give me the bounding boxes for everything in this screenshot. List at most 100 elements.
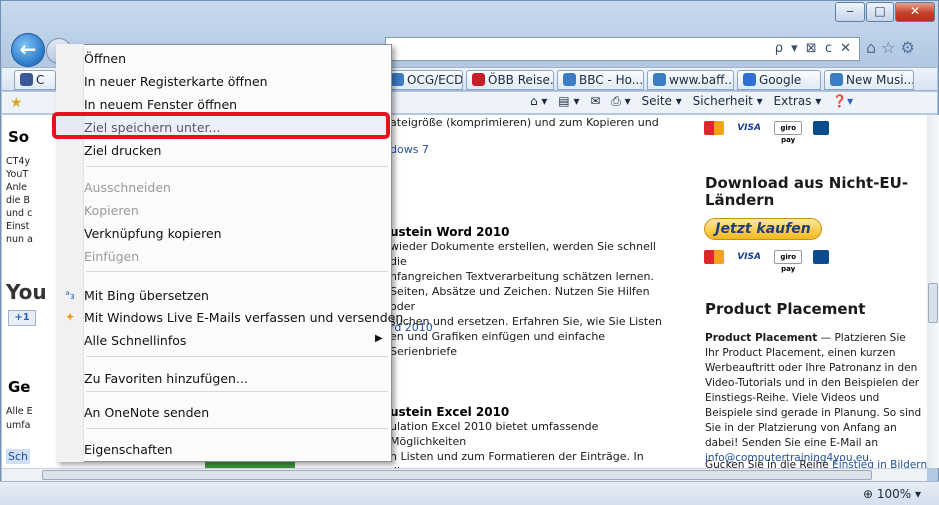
menu-item-6: Kopieren [84, 203, 139, 218]
vertical-scroll-thumb[interactable] [928, 283, 938, 323]
product-placement-bold: Product Placement [705, 332, 818, 344]
eps-icon [813, 249, 830, 264]
visa-icon: VISA [735, 120, 764, 135]
safety-menu[interactable]: Sicherheit ▾ [693, 94, 763, 108]
left-text-line: Einst [6, 221, 30, 232]
menu-item-9[interactable]: Mit Bing übersetzen [84, 286, 209, 306]
left-bottom-link[interactable]: Sch [6, 449, 31, 464]
cut-link[interactable]: Einstieg in Bildern. [832, 459, 927, 468]
nav-icons[interactable]: ⌂☆⚙ [866, 38, 920, 57]
feeds-icon[interactable]: ▤ ▾ [558, 94, 579, 108]
mastercard-icon [704, 120, 724, 135]
menu-item-11[interactable]: Alle Schnellinfos [84, 331, 186, 351]
menu-item-13[interactable]: An OneNote senden [84, 403, 209, 423]
right-cut-line: Gucken Sie in die Reihe Einstieg in Bild… [705, 458, 927, 468]
minimize-button[interactable]: ‒ [835, 2, 865, 22]
left-heading-1: So [8, 128, 30, 146]
center-line-1: ateigröße (komprimieren) und zum Kopiere… [390, 116, 659, 129]
tab-0[interactable]: OCG/ECD... [385, 70, 463, 90]
tab-label: OCG/ECD... [407, 73, 463, 87]
payment-logos-1: VISA giro pay [704, 117, 835, 144]
product-placement-text: Product Placement — Platzieren Sie Ihr P… [705, 331, 923, 466]
menu-item-1[interactable]: In neuer Registerkarte öffnen [84, 72, 268, 92]
menu-separator [86, 428, 388, 429]
tab-partial[interactable]: C [14, 70, 56, 90]
payment-logos-2: VISA giro pay [704, 246, 835, 273]
left-text-line: YouT [6, 169, 29, 180]
site-icon [830, 73, 843, 86]
zoom-icon: ⊕ [862, 487, 874, 501]
home-icon[interactable]: ⌂ [866, 38, 881, 57]
center-heading-word: ustein Word 2010 [390, 225, 510, 239]
tab-1[interactable]: ÖBB Reise... [466, 70, 554, 90]
center-text-line: nfangreichen Textverarbeitung schätzen l… [390, 270, 654, 283]
back-button[interactable]: ← [11, 33, 45, 67]
site-icon [653, 73, 666, 86]
left-text-line: und c [6, 208, 33, 219]
address-controls[interactable]: ρ ▾ ⊠ c ✕ [775, 41, 853, 56]
visa-icon: VISA [735, 249, 764, 264]
tab-3[interactable]: www.baff.... [647, 70, 734, 90]
home-cmd-icon[interactable]: ⌂ ▾ [530, 94, 547, 108]
page-menu[interactable]: Seite ▾ [641, 94, 681, 108]
left-heading-2: Ge [8, 378, 31, 396]
menu-item-14[interactable]: Eigenschaften [84, 440, 173, 460]
tab-2[interactable]: BBC - Ho... [557, 70, 644, 90]
mail-icon[interactable]: ✉ [590, 94, 600, 108]
tab-label: Google [759, 73, 802, 87]
highlight-box [52, 112, 390, 139]
gear-icon[interactable]: ⚙ [901, 38, 920, 57]
center-paragraph-word: wieder Dokumente erstellen, werden Sie s… [390, 239, 670, 359]
tab-label: ÖBB Reise... [488, 73, 554, 87]
favorites-star-icon[interactable]: ☆ [881, 38, 900, 57]
address-bar[interactable]: ρ ▾ ⊠ c ✕ [385, 37, 860, 61]
back-arrow-icon: ← [19, 37, 37, 61]
left-text-lines-2: Alle E umfa [6, 405, 46, 433]
center-text-line: ulation Excel 2010 bietet umfassende Mög… [390, 420, 599, 448]
help-icon[interactable]: ❓▾ [832, 94, 853, 108]
site-icon [391, 73, 404, 86]
download-heading: Download aus Nicht-EU-Ländern [705, 174, 909, 209]
center-link-win7[interactable]: dows 7 [390, 142, 429, 157]
menu-separator [86, 356, 388, 357]
buy-now-button[interactable]: Jetzt kaufen [704, 218, 822, 240]
menu-item-10[interactable]: Mit Windows Live E-Mails verfassen und v… [84, 308, 403, 328]
vertical-scrollbar[interactable] [927, 115, 939, 468]
tools-menu[interactable]: Extras ▾ [774, 94, 822, 108]
context-menu-icon-gutter [56, 44, 84, 462]
tab-5[interactable]: New Musi... [824, 70, 914, 90]
horizontal-scroll-thumb[interactable] [42, 470, 872, 480]
left-text-line: Anle [6, 182, 28, 193]
zoom-level: 100% [876, 487, 912, 501]
tab-4[interactable]: Google [737, 70, 821, 90]
tab-label: New Musi... [846, 73, 914, 87]
site-icon [472, 73, 485, 86]
site-icon [20, 73, 33, 86]
eps-icon [813, 120, 830, 135]
tab-label: C [36, 73, 45, 87]
menu-item-0[interactable]: Öffnen [84, 49, 126, 69]
tab-label: BBC - Ho... [579, 73, 644, 87]
plus-one-button[interactable]: +1 [8, 310, 36, 326]
center-text-line: Seiten, Absätze und Zeichen. Nutzen Sie … [390, 285, 650, 313]
left-text-lines: CT4y YouT Anle die B und c Einst nun a [6, 155, 46, 246]
menu-separator [86, 166, 388, 167]
menu-item-7[interactable]: Verknüpfung kopieren [84, 224, 222, 244]
center-heading-excel: ustein Excel 2010 [390, 405, 510, 419]
menu-item-4[interactable]: Ziel drucken [84, 141, 161, 161]
close-button[interactable]: ✕ [895, 2, 935, 22]
favorites-icon[interactable]: ★ [10, 95, 23, 111]
site-icon [563, 73, 576, 86]
left-text-line: CT4y [6, 156, 31, 167]
cut-text: Gucken Sie in die Reihe [705, 459, 829, 468]
youtube-fragment: You [6, 280, 47, 304]
print-icon[interactable]: ⎙ ▾ [611, 94, 630, 108]
zoom-control[interactable]: ⊕ 100% ▾ [863, 487, 921, 501]
title-bar[interactable] [0, 0, 939, 30]
left-text-line: umfa [6, 420, 31, 431]
product-placement-body: — Platzieren Sie Ihr Product Placement, … [705, 332, 922, 449]
menu-item-12[interactable]: Zu Favoriten hinzufügen... [84, 369, 248, 389]
menu-separator [86, 391, 388, 392]
maximize-button[interactable]: □ [866, 2, 894, 22]
horizontal-scrollbar[interactable] [2, 468, 927, 481]
